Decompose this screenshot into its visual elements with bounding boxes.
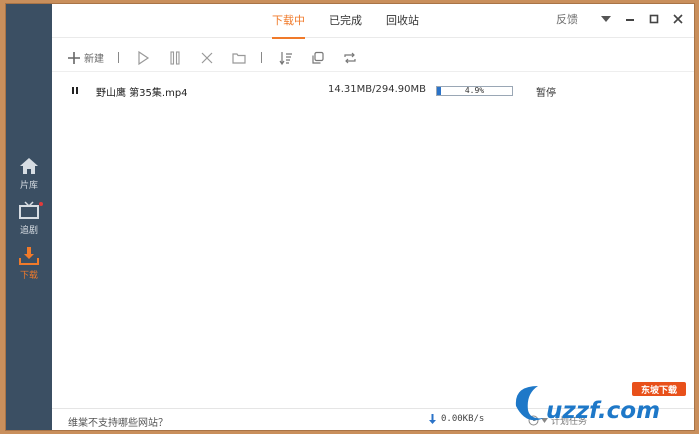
toolbar: 新建 bbox=[52, 44, 694, 72]
uzzf-watermark-logo: 东坡下载 uzzf.com bbox=[515, 382, 686, 424]
watermark-text: uzzf.com bbox=[546, 398, 660, 424]
sidebar: 片库 追剧 下载 bbox=[6, 4, 52, 430]
sidebar-item-download[interactable]: 下载 bbox=[6, 246, 52, 290]
tab-completed[interactable]: 已完成 bbox=[329, 4, 362, 38]
close-icon bbox=[673, 14, 683, 24]
progress-bar: 4.9% bbox=[436, 86, 513, 96]
watermark-badge-text: 东坡下载 bbox=[641, 384, 677, 396]
plus-icon bbox=[68, 51, 80, 64]
tab-bar: 下载中 已完成 回收站 bbox=[272, 4, 443, 39]
menu-dropdown-button[interactable] bbox=[596, 9, 616, 29]
caret-down-icon bbox=[601, 16, 611, 22]
tab-recycle-bin[interactable]: 回收站 bbox=[386, 4, 419, 38]
play-icon bbox=[138, 50, 150, 65]
tab-downloading[interactable]: 下载中 bbox=[272, 4, 305, 39]
maximize-button[interactable] bbox=[644, 9, 664, 29]
minimize-icon bbox=[626, 19, 634, 21]
minimize-button[interactable] bbox=[620, 9, 640, 29]
sidebar-item-label: 片库 bbox=[19, 181, 38, 191]
sidebar-item-tv-series[interactable]: 追剧 bbox=[6, 201, 52, 245]
unsupported-sites-link[interactable]: 维棠不支持哪些网站？ bbox=[68, 414, 168, 429]
sidebar-item-label: 追剧 bbox=[19, 226, 38, 236]
sidebar-item-label: 下载 bbox=[19, 271, 38, 281]
new-task-label: 新建 bbox=[84, 54, 104, 65]
download-speed: 0.00KB/s bbox=[428, 414, 484, 424]
toolbar-divider bbox=[261, 52, 262, 63]
file-name: 野山鹰 第35集.mp4 bbox=[96, 88, 188, 99]
close-button[interactable] bbox=[668, 9, 688, 29]
maximize-icon bbox=[649, 14, 659, 24]
title-bar: 下载中 已完成 回收站 反馈 bbox=[52, 4, 694, 39]
sidebar-item-library[interactable]: 片库 bbox=[6, 156, 52, 200]
pause-button[interactable] bbox=[167, 50, 183, 66]
repeat-button[interactable] bbox=[342, 50, 358, 66]
row-pause-icon[interactable] bbox=[70, 85, 80, 97]
home-icon bbox=[20, 158, 38, 174]
notification-dot bbox=[39, 202, 43, 206]
pause-icon bbox=[170, 50, 180, 65]
delete-button[interactable] bbox=[199, 50, 215, 66]
speed-value: 0.00KB/s bbox=[441, 414, 485, 424]
progress-text: 4.9% bbox=[464, 86, 485, 95]
repeat-icon bbox=[344, 52, 356, 63]
sort-icon bbox=[279, 51, 292, 65]
download-list: 野山鹰 第35集.mp4 14.31MB/294.90MB 4.9% 暂停 bbox=[52, 80, 694, 102]
folder-icon bbox=[232, 52, 246, 64]
arrow-down-icon bbox=[429, 414, 436, 424]
feedback-link[interactable]: 反馈 bbox=[556, 11, 578, 27]
download-row[interactable]: 野山鹰 第35集.mp4 14.31MB/294.90MB 4.9% 暂停 bbox=[52, 80, 694, 102]
tv-icon bbox=[19, 201, 39, 219]
status-text[interactable]: 暂停 bbox=[536, 84, 556, 99]
open-folder-button[interactable] bbox=[231, 50, 247, 66]
main-panel: 下载中 已完成 回收站 反馈 新建 野山鹰 第35集.mp4 14.31MB/2… bbox=[52, 4, 694, 430]
new-task-button[interactable]: 新建 bbox=[66, 50, 104, 66]
sort-button[interactable] bbox=[278, 50, 294, 66]
download-icon bbox=[19, 247, 39, 265]
start-button[interactable] bbox=[135, 50, 151, 66]
app-window: 片库 追剧 下载 下载中 已完成 回收站 反馈 新建 野山鹰 第35集.mp4 … bbox=[5, 3, 695, 431]
copy-button[interactable] bbox=[310, 50, 326, 66]
delete-x-icon bbox=[201, 52, 213, 63]
window-controls: 反馈 bbox=[556, 4, 688, 34]
copy-icon bbox=[312, 51, 324, 64]
file-size: 14.31MB/294.90MB bbox=[328, 84, 426, 95]
toolbar-divider bbox=[118, 52, 119, 63]
